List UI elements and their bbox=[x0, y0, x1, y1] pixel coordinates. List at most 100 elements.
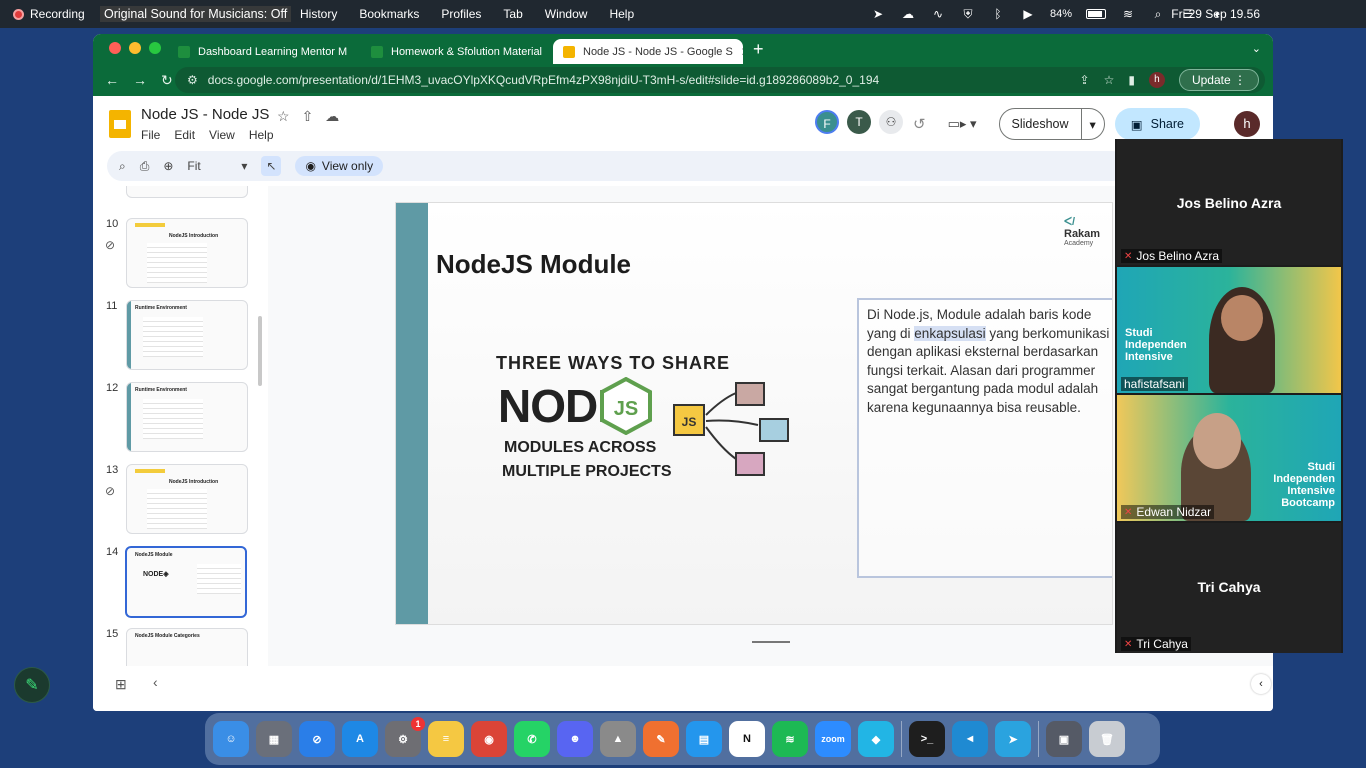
star-icon[interactable]: ☆ bbox=[277, 108, 290, 125]
zoom-select[interactable]: Fit bbox=[187, 159, 227, 173]
trash-icon[interactable]: 🗑 bbox=[1089, 721, 1125, 757]
spotify-icon[interactable]: ≋ bbox=[772, 721, 808, 757]
close-window-button[interactable] bbox=[109, 42, 121, 54]
search-icon[interactable]: ⌕ bbox=[119, 159, 126, 174]
document-title[interactable]: Node JS - Node JS bbox=[141, 106, 269, 123]
select-cursor-icon[interactable]: ↖ bbox=[261, 156, 282, 176]
zoom-window-button[interactable] bbox=[149, 42, 161, 54]
canvas-resize-handle[interactable] bbox=[752, 641, 790, 643]
telegram-icon[interactable]: ➤ bbox=[995, 721, 1031, 757]
search-icon[interactable]: ⌕ bbox=[1150, 7, 1166, 21]
menu-help[interactable]: Help bbox=[249, 128, 274, 142]
menu-help[interactable]: Help bbox=[609, 7, 634, 21]
recording-indicator[interactable]: Recording bbox=[0, 7, 100, 21]
share-page-icon[interactable]: ⇪ bbox=[1080, 73, 1090, 87]
address-bar[interactable]: ⚙ docs.google.com/presentation/d/1EHM3_u… bbox=[175, 67, 1265, 93]
system-settings-icon[interactable]: ⚙ 1 bbox=[385, 717, 425, 757]
tab-dashboard[interactable]: Dashboard Learning Mentor M ✕ bbox=[168, 39, 356, 64]
play-icon[interactable]: ▶ bbox=[1020, 7, 1036, 21]
site-info-icon[interactable]: ⚙ bbox=[187, 73, 198, 87]
chrome-icon[interactable]: ◉ bbox=[471, 721, 507, 757]
navigation-icon[interactable]: ➤ bbox=[870, 7, 886, 21]
annotate-pencil-icon[interactable]: ✎ bbox=[14, 667, 50, 703]
cloud-icon[interactable]: ☁ bbox=[900, 7, 916, 21]
avatar-f[interactable]: F bbox=[815, 110, 839, 134]
participant-tile-3[interactable]: Studi Independen Intensive Bootcamp ✕ Ed… bbox=[1117, 395, 1341, 521]
slide-thumbnail[interactable]: Runtime Environment bbox=[126, 300, 248, 370]
whatsapp-icon[interactable]: ✆ bbox=[514, 721, 550, 757]
participant-tile-4[interactable]: Tri Cahya ✕ Tri Cahya bbox=[1117, 523, 1341, 653]
safari-icon[interactable]: ⊘ bbox=[299, 721, 335, 757]
history-icon[interactable]: ↺ bbox=[913, 115, 926, 133]
close-icon[interactable]: ✕ bbox=[355, 45, 356, 59]
avatar-t[interactable]: T bbox=[847, 110, 871, 134]
participant-tile-1[interactable]: Jos Belino Azra ✕ Jos Belino Azra bbox=[1117, 139, 1341, 265]
menu-view[interactable]: View bbox=[209, 128, 235, 142]
zoom-icon[interactable]: zoom bbox=[815, 721, 851, 757]
side-panel-toggle-icon[interactable]: ‹ bbox=[1251, 674, 1271, 694]
launchpad-icon[interactable]: ▦ bbox=[256, 721, 292, 757]
mail-app-icon[interactable]: ◆ bbox=[858, 721, 894, 757]
vscode-icon[interactable]: ◄ bbox=[952, 721, 988, 757]
chevron-down-icon[interactable]: ▾ bbox=[241, 159, 247, 173]
squiggle-icon[interactable]: ∿ bbox=[930, 7, 946, 21]
slide-filmstrip[interactable]: 10 ⊘ NodeJS Introduction 11 Runtime Envi… bbox=[93, 186, 268, 666]
menu-bookmarks[interactable]: Bookmarks bbox=[359, 7, 419, 21]
menu-edit[interactable]: Edit bbox=[174, 128, 195, 142]
notes-icon[interactable]: ≡ bbox=[428, 721, 464, 757]
wifi-icon[interactable]: ≋ bbox=[1120, 7, 1136, 21]
slideshow-button[interactable]: Slideshow ▾ bbox=[998, 108, 1105, 140]
menu-profiles[interactable]: Profiles bbox=[441, 7, 481, 21]
app-store-icon[interactable]: A bbox=[342, 721, 378, 757]
forward-icon[interactable]: → bbox=[133, 72, 147, 88]
view-only-button[interactable]: ◉ View only bbox=[295, 156, 384, 176]
minimize-window-button[interactable] bbox=[129, 42, 141, 54]
slide-text-box[interactable]: Di Node.js, Module adalah baris kode yan… bbox=[857, 298, 1112, 578]
slide-thumbnail[interactable]: NodeJS Introduction bbox=[126, 218, 248, 288]
menu-tab[interactable]: Tab bbox=[503, 7, 522, 21]
battery-icon[interactable] bbox=[1086, 9, 1106, 19]
original-sound-status[interactable]: Original Sound for Musicians: Off bbox=[100, 6, 292, 22]
slide-thumbnail[interactable]: NodeJS Module Categories bbox=[126, 628, 248, 666]
menu-history[interactable]: History bbox=[300, 7, 337, 21]
profile-avatar[interactable]: h bbox=[1148, 72, 1165, 88]
slide-thumbnail[interactable]: NodeJS Introduction bbox=[126, 464, 248, 534]
cloud-status-icon[interactable]: ☁ bbox=[325, 108, 339, 125]
back-icon[interactable]: ← bbox=[105, 72, 119, 88]
new-tab-button[interactable]: + bbox=[753, 39, 764, 60]
chevron-down-icon[interactable]: ▾ bbox=[1082, 117, 1104, 132]
side-panel-icon[interactable]: ▮ bbox=[1128, 73, 1135, 87]
update-button[interactable]: Update ⋮ bbox=[1178, 69, 1259, 91]
menu-file[interactable]: File bbox=[141, 128, 160, 142]
zoom-icon[interactable]: ⊕ bbox=[163, 159, 173, 173]
tab-homework[interactable]: Homework & Sfolution Material ✕ bbox=[361, 39, 549, 64]
menu-window[interactable]: Window bbox=[545, 7, 588, 21]
tab-search-icon[interactable]: ⌄ bbox=[1252, 42, 1261, 55]
filmstrip-scrollbar[interactable] bbox=[258, 316, 262, 386]
bluetooth-icon[interactable]: ᛒ bbox=[990, 7, 1006, 21]
more-viewers-icon[interactable]: ⚇ bbox=[879, 110, 903, 134]
share-button[interactable]: ▣ Share bbox=[1114, 108, 1200, 140]
slide-thumbnail[interactable]: Runtime Environment bbox=[126, 382, 248, 452]
print-icon[interactable]: ⎙ bbox=[140, 159, 150, 174]
participant-tile-2[interactable]: Studi Independen Intensive hafistafsani bbox=[1117, 267, 1341, 393]
close-icon[interactable]: ✕ bbox=[741, 45, 743, 59]
downloads-stack-icon[interactable]: ▣ bbox=[1046, 721, 1082, 757]
account-avatar[interactable]: h bbox=[1233, 111, 1260, 137]
terminal-icon[interactable]: >_ bbox=[909, 721, 945, 757]
meet-icon[interactable]: ▭▸ ▾ bbox=[948, 116, 977, 132]
reload-icon[interactable]: ↻ bbox=[161, 72, 173, 89]
slide-thumbnail-selected[interactable]: NodeJS Module NODE◈ bbox=[125, 546, 247, 618]
finder-icon[interactable]: ☺ bbox=[213, 721, 249, 757]
pencil-app-icon[interactable]: ✎ bbox=[643, 721, 679, 757]
tab-node-js[interactable]: Node JS - Node JS - Google S ✕ bbox=[553, 39, 743, 64]
slides-logo-icon[interactable] bbox=[109, 110, 131, 138]
notion-icon[interactable]: N bbox=[729, 721, 765, 757]
slide-thumbnail-9[interactable] bbox=[126, 186, 248, 198]
bookmark-star-icon[interactable]: ☆ bbox=[1104, 73, 1115, 87]
shield-icon[interactable]: ⛨ bbox=[960, 7, 976, 21]
docker-icon[interactable]: ▤ bbox=[686, 721, 722, 757]
chevron-left-icon[interactable]: ‹ bbox=[153, 674, 158, 690]
discord-icon[interactable]: ☻ bbox=[557, 721, 593, 757]
menubar-clock[interactable]: Fri 29 Sep 19.56 bbox=[1171, 7, 1260, 21]
